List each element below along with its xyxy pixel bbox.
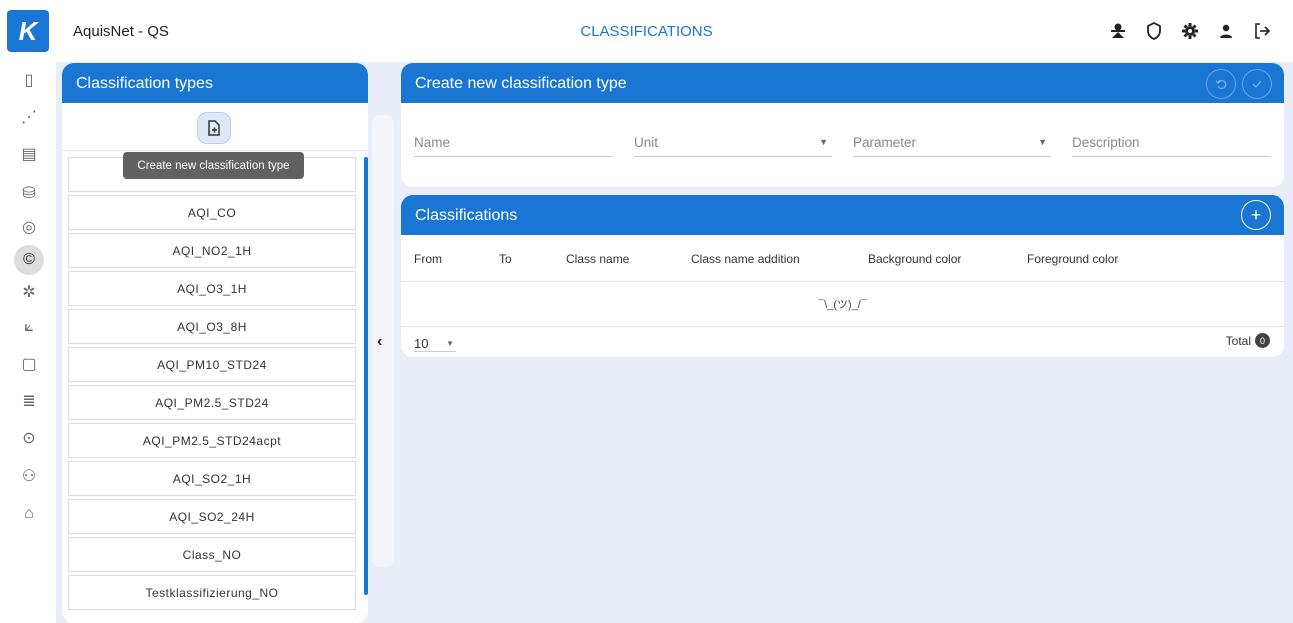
head-buttons	[1206, 69, 1272, 99]
name-field[interactable]: Name	[414, 135, 613, 157]
clipboard-icon[interactable]: ▢	[17, 352, 41, 376]
check-icon	[1252, 80, 1262, 88]
page-title: CLASSIFICATIONS	[580, 23, 713, 40]
column-header[interactable]: Foreground color	[1027, 252, 1118, 266]
top-icons	[1107, 18, 1273, 44]
description-field[interactable]: Description	[1072, 135, 1271, 157]
column-header[interactable]: Background color	[868, 252, 961, 266]
top-bar: K AquisNet - QS CLASSIFICATIONS	[0, 0, 1293, 62]
undo-icon	[1215, 79, 1227, 90]
classification-types-panel: Classification types AQI_CO AQI_NO2_1H A…	[62, 63, 368, 623]
divider	[401, 326, 1284, 327]
list-item[interactable]: AQI_SO2_24H	[68, 499, 356, 534]
collapse-bar[interactable]	[372, 115, 394, 567]
database-icon[interactable]: ⛁	[17, 181, 41, 205]
app-logo[interactable]: K	[7, 10, 49, 52]
total-label: Total	[1225, 333, 1251, 348]
create-classification-type-panel: Create new classification type Name Unit…	[401, 63, 1284, 187]
user-settings-icon[interactable]: ⚇	[17, 464, 41, 488]
column-header[interactable]: Class name	[566, 252, 629, 266]
list-item[interactable]: AQI_PM2.5_STD24acpt	[68, 423, 356, 458]
map-icon[interactable]: ▯	[17, 68, 41, 92]
column-header[interactable]: From	[414, 252, 442, 266]
description-placeholder: Description	[1072, 135, 1140, 150]
gear-icon[interactable]	[1179, 18, 1201, 44]
list-item[interactable]: AQI_O3_1H	[68, 271, 356, 306]
document-list-icon[interactable]: ≣	[17, 389, 41, 413]
column-header[interactable]: To	[499, 252, 512, 266]
shield-icon[interactable]	[1143, 18, 1165, 44]
total-badge: 0	[1255, 333, 1270, 348]
column-header[interactable]: Class name addition	[691, 252, 800, 266]
classification-type-list: AQI_CO AQI_NO2_1H AQI_O3_1H AQI_O3_8H AQ…	[68, 157, 356, 613]
create-classification-type-button[interactable]	[197, 112, 231, 144]
unit-placeholder: Unit	[634, 135, 659, 150]
list-item[interactable]: AQI_NO2_1H	[68, 233, 356, 268]
parameter-placeholder: Parameter	[853, 135, 917, 150]
save-button[interactable]	[1242, 69, 1272, 99]
trend-icon[interactable]: ⋰	[17, 105, 41, 129]
plus-icon: +	[1250, 204, 1262, 225]
copyright-icon[interactable]: ©	[14, 245, 44, 275]
total-count: Total 0	[1226, 333, 1270, 348]
page-size-select[interactable]: 10 ▼	[414, 336, 456, 352]
scrollbar[interactable]	[364, 157, 368, 595]
factory-icon[interactable]: ⌂	[17, 502, 41, 526]
app-title: AquisNet - QS	[73, 23, 169, 40]
fingerprint-icon[interactable]: ◎	[17, 215, 41, 239]
dropdown-arrow-icon: ▼	[1038, 137, 1047, 147]
undo-button[interactable]	[1206, 69, 1236, 99]
divider	[401, 281, 1284, 282]
user-admin-icon[interactable]	[1107, 18, 1129, 44]
logout-icon[interactable]	[1251, 18, 1273, 44]
panel-title: Classifications +	[401, 195, 1284, 235]
unit-select[interactable]: Unit ▼	[634, 135, 832, 157]
empty-state-text: ¯\_(ツ)_/¯	[818, 299, 867, 311]
list-item[interactable]: AQI_SO2_1H	[68, 461, 356, 496]
parameter-select[interactable]: Parameter ▼	[853, 135, 1051, 157]
side-nav: ▯ ⋰ ▤ ⛁ ◎ © ✲ ⟀ ▢ ≣ ⊙ ⚇ ⌂	[0, 62, 56, 623]
add-classification-button[interactable]: +	[1241, 200, 1271, 230]
bug-icon[interactable]: ✲	[17, 280, 41, 304]
tooltip: Create new classification type	[123, 152, 304, 179]
person-icon[interactable]	[1215, 18, 1237, 44]
list-item[interactable]: AQI_PM10_STD24	[68, 347, 356, 382]
chart-icon[interactable]: ⟀	[17, 315, 41, 339]
classifications-title: Classifications	[415, 207, 518, 224]
page-size-value: 10	[414, 336, 429, 351]
list-item[interactable]: Class_NO	[68, 537, 356, 572]
report-icon[interactable]: ▤	[17, 142, 41, 166]
dropdown-arrow-icon: ▼	[446, 339, 454, 348]
list-item[interactable]: AQI_O3_8H	[68, 309, 356, 344]
create-panel-title: Create new classification type	[415, 75, 627, 92]
target-icon[interactable]: ⊙	[17, 426, 41, 450]
panel-title: Create new classification type	[401, 63, 1284, 103]
dropdown-arrow-icon: ▼	[819, 137, 828, 147]
list-item[interactable]: Testklassifizierung_NO	[68, 575, 356, 610]
new-document-icon	[208, 120, 220, 136]
divider	[62, 150, 368, 151]
chevron-left-icon[interactable]: ‹	[377, 333, 382, 351]
list-item[interactable]: AQI_CO	[68, 195, 356, 230]
panel-title: Classification types	[62, 63, 368, 103]
list-item[interactable]: AQI_PM2.5_STD24	[68, 385, 356, 420]
classifications-panel: Classifications + From To Class name Cla…	[401, 195, 1284, 357]
name-placeholder: Name	[414, 135, 451, 150]
